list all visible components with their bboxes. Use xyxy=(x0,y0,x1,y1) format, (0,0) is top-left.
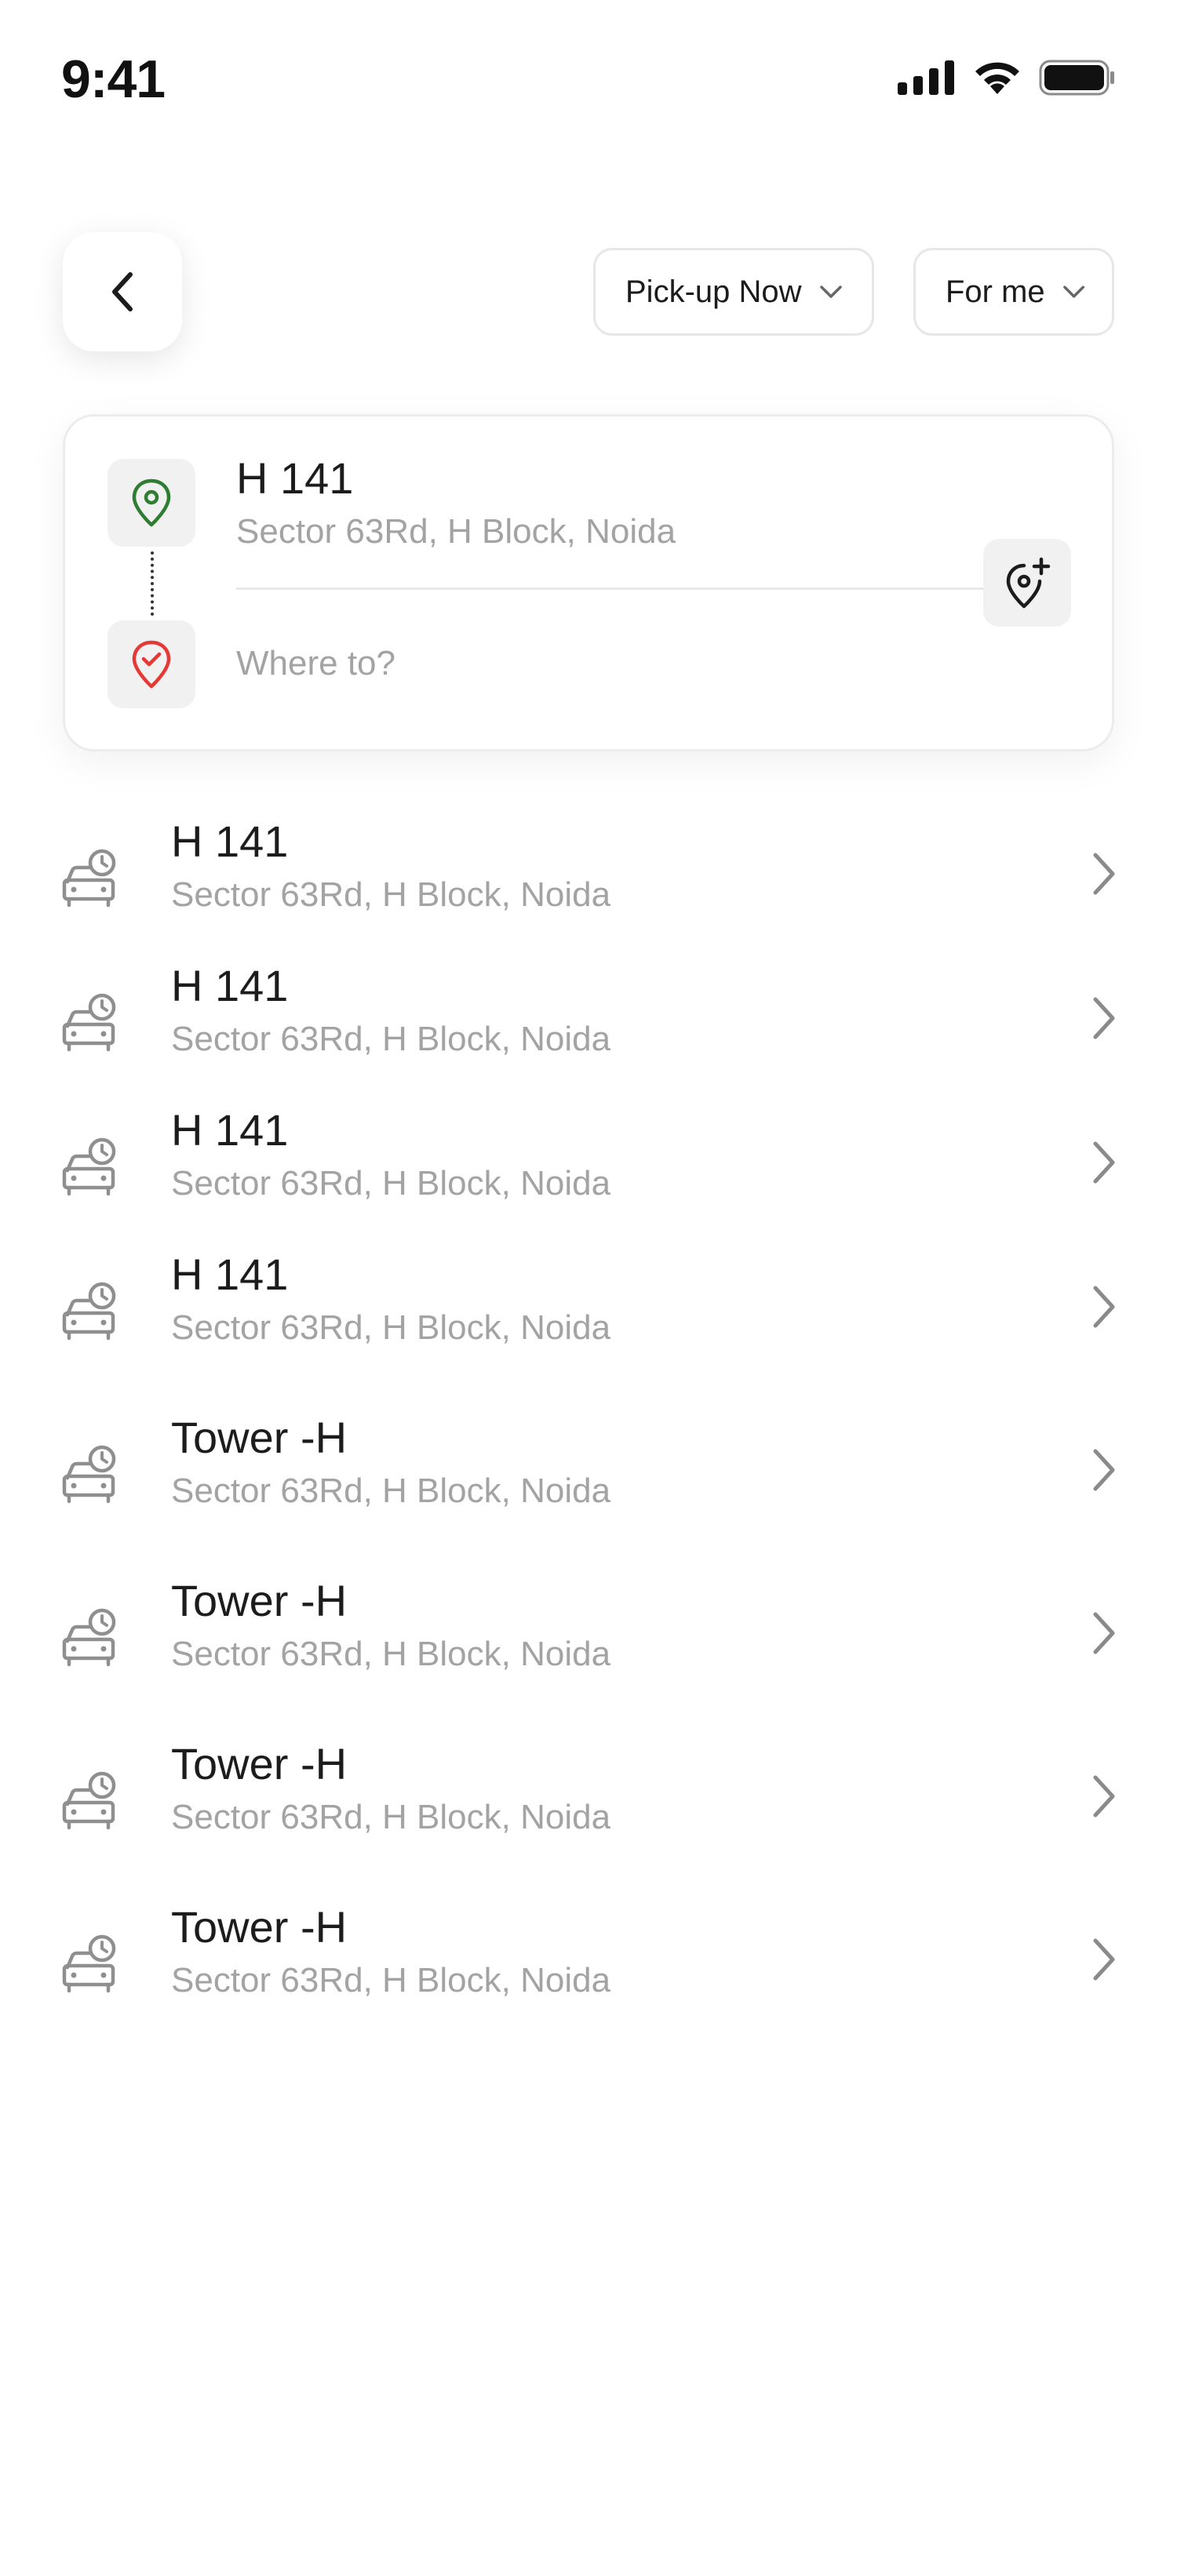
car-history-icon xyxy=(62,993,116,1052)
chevron-down-icon xyxy=(819,286,842,298)
destination-pin-box xyxy=(107,620,195,708)
chevron-left-icon xyxy=(112,272,133,311)
recent-place-address: Sector 63Rd, H Block, Noida xyxy=(171,1635,611,1673)
chevron-right-icon xyxy=(1093,1449,1115,1491)
status-icons xyxy=(898,60,1116,96)
recent-place-address: Sector 63Rd, H Block, Noida xyxy=(171,1961,611,1999)
status-time: 9:41 xyxy=(61,49,166,109)
recent-place-address: Sector 63Rd, H Block, Noida xyxy=(171,875,611,914)
chevron-right-icon xyxy=(1093,1775,1115,1817)
recent-place-item[interactable]: Tower -H Sector 63Rd, H Block, Noida xyxy=(0,1738,1177,1872)
status-bar: 9:41 xyxy=(0,0,1177,157)
recent-place-title: H 141 xyxy=(171,961,289,1010)
pickup-time-label: Pick-up Now xyxy=(625,274,802,309)
location-pin-icon xyxy=(132,478,171,527)
recent-place-item[interactable]: Tower -H Sector 63Rd, H Block, Noida xyxy=(0,1412,1177,1545)
field-divider xyxy=(236,588,983,590)
car-history-icon xyxy=(62,1771,116,1830)
recent-place-item[interactable]: Tower -H Sector 63Rd, H Block, Noida xyxy=(0,1575,1177,1708)
recent-place-address: Sector 63Rd, H Block, Noida xyxy=(171,1164,611,1202)
recent-place-item[interactable]: H 141 Sector 63Rd, H Block, Noida xyxy=(0,816,1177,949)
car-history-icon xyxy=(62,1282,116,1341)
add-stop-button[interactable] xyxy=(983,539,1071,627)
recent-place-address: Sector 63Rd, H Block, Noida xyxy=(171,1020,611,1058)
chevron-down-icon xyxy=(1062,286,1084,298)
recent-place-title: H 141 xyxy=(171,1250,289,1299)
destination-check-pin-icon xyxy=(132,640,171,689)
pickup-pin-box xyxy=(107,459,195,547)
car-history-icon xyxy=(62,1608,116,1667)
pickup-time-dropdown[interactable]: Pick-up Now xyxy=(593,248,874,336)
car-history-icon xyxy=(62,1137,116,1196)
rider-dropdown[interactable]: For me xyxy=(913,248,1114,336)
recent-place-item[interactable]: H 141 Sector 63Rd, H Block, Noida xyxy=(0,1249,1177,1382)
chevron-right-icon xyxy=(1093,853,1115,895)
chevron-right-icon xyxy=(1093,1612,1115,1654)
back-button[interactable] xyxy=(63,232,182,351)
recent-place-title: Tower -H xyxy=(171,1576,348,1625)
pickup-address: Sector 63Rd, H Block, Noida xyxy=(236,512,676,551)
destination-input[interactable] xyxy=(236,644,942,683)
recent-place-title: Tower -H xyxy=(171,1739,348,1788)
wifi-icon xyxy=(975,62,1019,94)
route-connector xyxy=(151,551,154,616)
battery-icon xyxy=(1039,60,1114,96)
recent-place-title: H 141 xyxy=(171,1105,289,1155)
chevron-right-icon xyxy=(1093,1286,1115,1328)
recent-place-item[interactable]: H 141 Sector 63Rd, H Block, Noida xyxy=(0,960,1177,1093)
recent-place-item[interactable]: Tower -H Sector 63Rd, H Block, Noida xyxy=(0,1901,1177,2035)
recent-place-title: Tower -H xyxy=(171,1902,348,1952)
car-history-icon xyxy=(62,1934,116,1993)
rider-label: For me xyxy=(946,274,1045,309)
add-location-icon xyxy=(1006,557,1051,609)
car-history-icon xyxy=(62,1445,116,1504)
location-card: H 141 Sector 63Rd, H Block, Noida xyxy=(63,414,1114,751)
recent-place-item[interactable]: H 141 Sector 63Rd, H Block, Noida xyxy=(0,1104,1177,1238)
pickup-title[interactable]: H 141 xyxy=(236,453,353,504)
chevron-right-icon xyxy=(1093,997,1115,1039)
recent-place-address: Sector 63Rd, H Block, Noida xyxy=(171,1472,611,1510)
recent-place-title: Tower -H xyxy=(171,1413,348,1462)
car-history-icon xyxy=(62,849,116,908)
cellular-signal-icon xyxy=(898,60,954,95)
recent-place-title: H 141 xyxy=(171,817,289,866)
recent-place-address: Sector 63Rd, H Block, Noida xyxy=(171,1308,611,1347)
chevron-right-icon xyxy=(1093,1141,1115,1184)
chevron-right-icon xyxy=(1093,1938,1115,1981)
recent-place-address: Sector 63Rd, H Block, Noida xyxy=(171,1798,611,1836)
